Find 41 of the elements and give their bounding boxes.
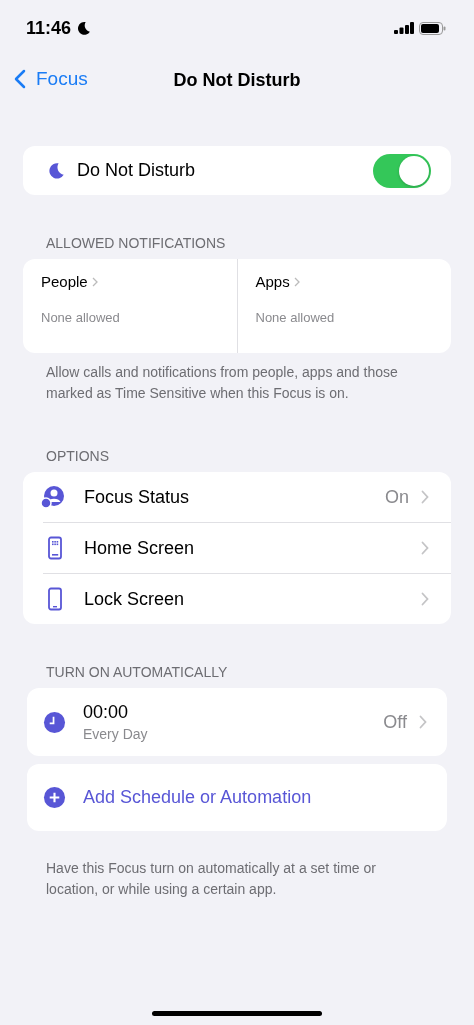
tile-value: None allowed [255,310,336,325]
schedule-repeat: Every Day [83,726,148,742]
clock-icon [43,710,66,734]
row-label: Focus Status [84,486,190,508]
chevron-icon [419,715,427,729]
status-time: 11:46 [26,17,72,39]
row-label: Home Screen [84,537,195,559]
chevron-icon [293,276,300,287]
option-row[interactable]: Home Screen [43,522,451,573]
section-header: OPTIONS [46,448,110,464]
add-automation-button[interactable]: Add Schedule or Automation [27,764,447,831]
section-footer: Allow calls and notifications from people, apps and those marked as Time Sensitive when this Focus is on. [46,362,414,404]
option-row[interactable]: Focus Status On [23,472,451,522]
allowed-tile[interactable]: Apps None allowed [236,259,451,353]
schedule-time: 00:00 [83,702,130,723]
battery-icon [419,21,446,35]
signal-icon [394,22,414,34]
back-chevron-icon [14,69,26,89]
back-link[interactable]: Focus [14,68,88,90]
row-label: Lock Screen [84,588,185,610]
allowed-tile[interactable]: People None allowed [23,259,237,353]
chevron-icon [421,541,429,555]
option-row[interactable]: Lock Screen [43,573,451,624]
tile-title: Apps [255,273,290,290]
tile-value: None allowed [41,310,121,325]
row-value: On [385,486,409,508]
chevron-icon [421,592,429,606]
toggle-label: Do Not Disturb [77,160,196,181]
section-footer: Have this Focus turn on automatically at a set time or location, or while using a certain app. [46,858,414,900]
section-header: TURN ON AUTOMATICALLY [46,664,229,680]
page-title: Do Not Disturb [173,69,301,91]
chevron-icon [91,276,98,287]
plus-icon [43,786,66,809]
moon-icon [47,161,65,180]
section-header: ALLOWED NOTIFICATIONS [46,235,227,251]
person-icon [40,485,64,509]
chevron-icon [421,490,429,504]
tile-title: People [41,273,88,290]
row-value: Off [383,711,407,733]
toggle-switch[interactable] [373,153,431,188]
schedule-row[interactable]: 00:00 Every Day Off [27,688,447,756]
